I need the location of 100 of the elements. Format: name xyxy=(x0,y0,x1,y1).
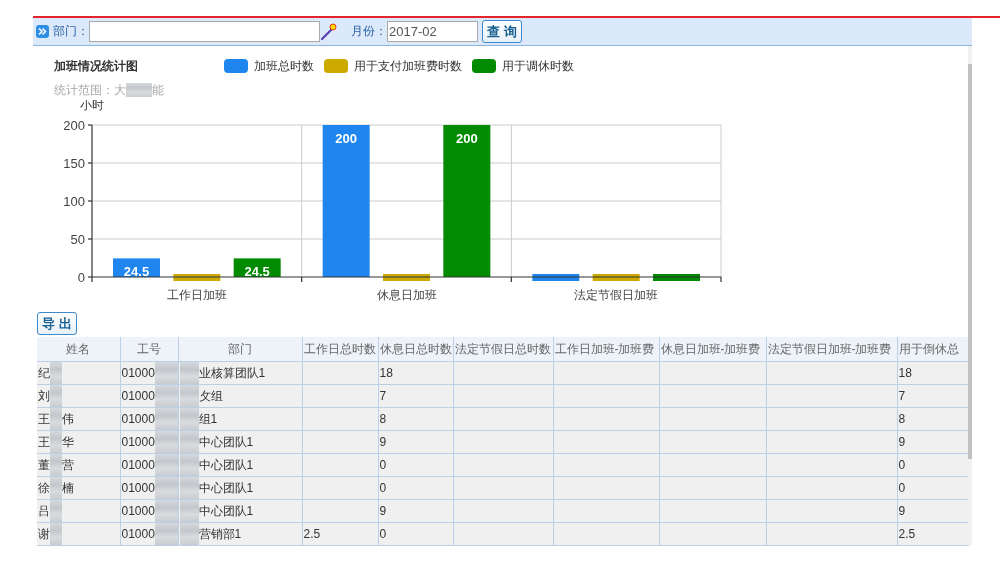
redaction-block xyxy=(179,477,199,499)
name-text: 伟 xyxy=(62,411,74,428)
redaction-block xyxy=(50,477,62,499)
column-header[interactable]: 休息日总时数 xyxy=(378,337,453,362)
redaction-block xyxy=(126,83,152,97)
query-button[interactable]: 查 询 xyxy=(482,20,522,43)
magic-wand-icon[interactable] xyxy=(320,22,337,41)
redaction-block xyxy=(179,408,199,430)
category-label: 法定节假日加班 xyxy=(574,288,659,302)
scope-text: 统计范围：大 xyxy=(54,83,126,97)
legend-label: 加班总时数 xyxy=(254,57,314,75)
employee-id-text: 01000 xyxy=(121,503,155,520)
name-text: 吕 xyxy=(38,503,50,520)
redaction-block xyxy=(154,523,178,545)
bar xyxy=(532,274,580,281)
field-label: 部门： xyxy=(53,23,89,40)
data-label: 24.5 xyxy=(123,264,150,280)
column-header[interactable]: 法定节假日加班-加班费 xyxy=(766,337,897,362)
data-label: 200 xyxy=(335,131,357,146)
table-row[interactable]: 谢 01000 营销部1 2.5 0 2.5 xyxy=(37,522,968,546)
table-cell: 0 xyxy=(378,522,453,546)
department-text: 业核算团队1 xyxy=(198,365,266,382)
double-chevron-icon[interactable] xyxy=(36,25,49,38)
redaction-block xyxy=(154,431,178,453)
input-field[interactable] xyxy=(89,21,320,42)
column-header[interactable]: 工号 xyxy=(120,337,178,362)
redaction-block xyxy=(154,408,178,430)
bar xyxy=(383,274,430,281)
column-header[interactable]: 姓名 xyxy=(37,337,120,362)
table-row[interactable]: 王 伟 01000 组1 8 8 xyxy=(37,407,968,431)
column-header[interactable]: 工作日总时数 xyxy=(302,337,378,362)
scrollbar[interactable] xyxy=(968,46,972,545)
department-text: 营销部1 xyxy=(198,526,242,543)
redaction-block xyxy=(154,385,178,407)
employee-id-text: 01000 xyxy=(121,457,155,474)
name-text: 谢 xyxy=(38,526,50,543)
table-row[interactable]: 吕 01000 中心团队1 9 9 xyxy=(37,499,968,523)
column-header[interactable]: 休息日加班-加班费 xyxy=(659,337,766,362)
table-cell: 18 xyxy=(378,361,453,385)
department-text: 组1 xyxy=(198,411,218,428)
employee-id-text: 01000 xyxy=(121,388,155,405)
bar xyxy=(592,274,640,281)
name-text: 王 xyxy=(38,434,50,451)
redaction-block xyxy=(154,362,178,384)
name-text: 王 xyxy=(38,411,50,428)
scope-text: 能 xyxy=(152,83,164,97)
table-cell: 9 xyxy=(378,430,453,454)
legend-label: 用于调休时数 xyxy=(502,57,574,75)
employee-id-text: 01000 xyxy=(121,480,155,497)
table-row[interactable]: 纪 01000 业核算团队1 18 18 xyxy=(37,361,968,385)
redaction-block xyxy=(179,431,199,453)
column-header[interactable]: 法定节假日总时数 xyxy=(453,337,553,362)
redaction-block xyxy=(50,500,62,522)
axis-title: 小时 xyxy=(80,100,104,112)
column-header[interactable]: 工作日加班-加班费 xyxy=(553,337,659,362)
table-cell: 2.5 xyxy=(302,522,378,546)
table-cell: 0 xyxy=(378,453,453,477)
data-label: 24.5 xyxy=(244,264,270,280)
tick-label: 50 xyxy=(70,232,85,247)
export-button[interactable]: 导 出 xyxy=(37,312,77,335)
category-label: 休息日加班 xyxy=(376,288,437,302)
redaction-block xyxy=(179,362,199,384)
bar xyxy=(653,274,700,281)
department-text: 中心团队1 xyxy=(198,503,254,520)
input-field[interactable]: 2017-02 xyxy=(387,21,478,42)
redaction-block xyxy=(179,454,199,476)
name-text: 刘 xyxy=(38,388,50,405)
redaction-block xyxy=(50,523,62,545)
redaction-block xyxy=(154,454,178,476)
redaction-block xyxy=(154,500,178,522)
field-label: 月份： xyxy=(351,23,387,40)
name-text: 徐 xyxy=(38,480,50,497)
tick-label: 150 xyxy=(63,156,85,171)
column-header[interactable]: 部门 xyxy=(178,337,302,362)
department-text: 中心团队1 xyxy=(198,480,254,497)
table-cell: 8 xyxy=(378,407,453,431)
department-text: 中心团队1 xyxy=(198,457,254,474)
redaction-block xyxy=(154,477,178,499)
employee-id-text: 01000 xyxy=(121,365,155,382)
column-header[interactable]: 用于倒休总 xyxy=(897,337,968,362)
table-row[interactable]: 王 华 01000 中心团队1 9 9 xyxy=(37,430,968,454)
category-label: 工作日加班 xyxy=(166,288,227,302)
redaction-block xyxy=(50,408,62,430)
tick-label: 0 xyxy=(77,270,85,285)
table-row[interactable]: 刘 01000 攵组 7 7 xyxy=(37,384,968,408)
employee-id-text: 01000 xyxy=(121,526,155,543)
table-row[interactable]: 董 营 01000 中心团队1 0 0 xyxy=(37,453,968,477)
table-cell: 7 xyxy=(378,384,453,408)
redaction-block xyxy=(50,431,62,453)
tick-label: 200 xyxy=(63,118,85,133)
employee-id-text: 01000 xyxy=(121,434,155,451)
redaction-block xyxy=(179,500,199,522)
redaction-block xyxy=(50,362,62,384)
department-text: 攵组 xyxy=(198,388,223,405)
redaction-block xyxy=(179,385,199,407)
table-row[interactable]: 徐 楠 01000 中心团队1 0 0 xyxy=(37,476,968,500)
department-text: 中心团队1 xyxy=(198,434,254,451)
tick-label: 100 xyxy=(63,194,85,209)
redaction-block xyxy=(179,523,199,545)
chart-title: 加班情况统计图 xyxy=(54,57,139,75)
